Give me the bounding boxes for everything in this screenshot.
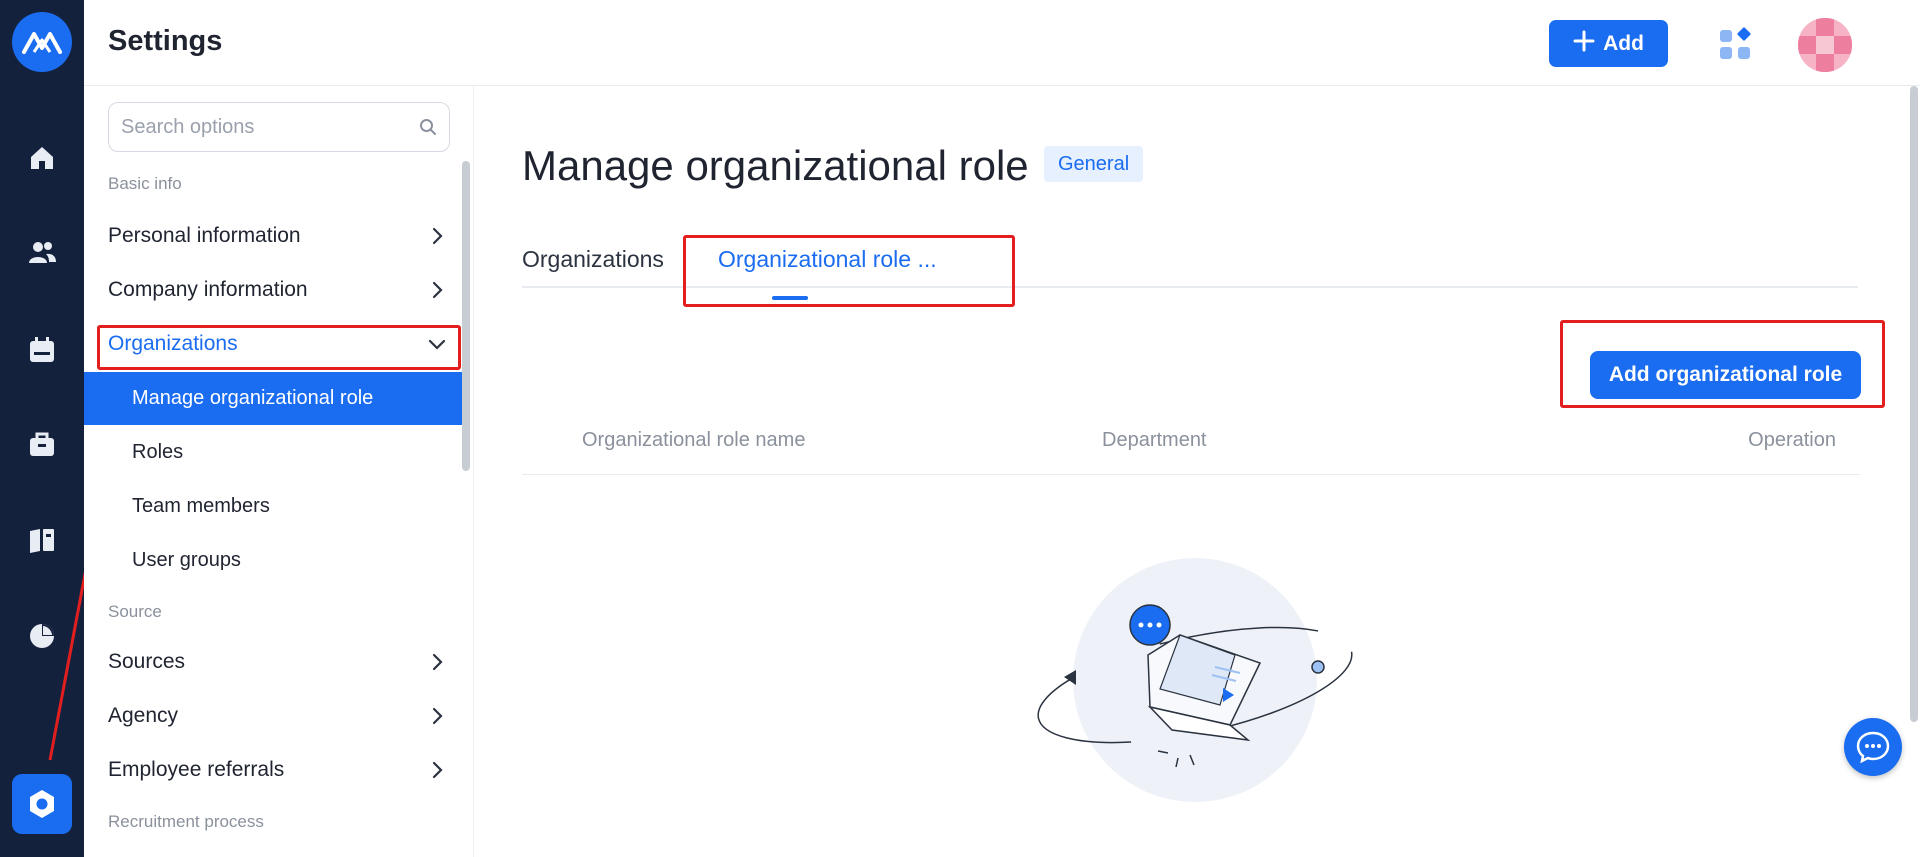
section-label-basic-info: Basic info: [108, 174, 182, 193]
sidebar-item-personal-information[interactable]: Personal information: [108, 216, 448, 256]
book-icon[interactable]: [24, 522, 60, 558]
tab-organizations[interactable]: Organizations: [522, 236, 664, 286]
apps-icon[interactable]: [1718, 26, 1754, 62]
main-scrollbar[interactable]: [1910, 86, 1918, 722]
chevron-right-icon: [426, 759, 448, 781]
sidebar-subitem-roles[interactable]: Roles: [84, 426, 462, 479]
search-box: [108, 102, 450, 152]
chevron-right-icon: [426, 651, 448, 673]
column-header-operation: Operation: [1748, 429, 1836, 451]
sidebar-item-label: Agency: [108, 704, 179, 727]
sidebar-item-sources[interactable]: Sources: [108, 642, 448, 682]
sidebar-subitem-manage-organizational-role[interactable]: Manage organizational role: [84, 372, 462, 425]
sidebar-item-employee-referrals[interactable]: Employee referrals: [108, 750, 448, 790]
avatar[interactable]: [1798, 18, 1852, 72]
sidebar-item-organizations[interactable]: Organizations: [108, 324, 448, 364]
home-icon[interactable]: [24, 140, 60, 176]
settings-icon[interactable]: [12, 774, 72, 834]
section-label-recruitment-process: Recruitment process: [108, 812, 264, 831]
page-title: Manage organizational role: [522, 142, 1029, 189]
sidebar-subitem-user-groups[interactable]: User groups: [84, 534, 462, 587]
status-badge: General: [1044, 146, 1144, 182]
add-button[interactable]: Add: [1549, 20, 1668, 67]
search-icon[interactable]: [419, 118, 437, 141]
add-button-label: Add: [1603, 31, 1644, 55]
chevron-right-icon: [426, 279, 448, 301]
sidebar-subitem-team-members[interactable]: Team members: [84, 480, 462, 533]
sidebar-item-label: Sources: [108, 650, 186, 673]
chevron-right-icon: [426, 705, 448, 727]
tab-active-indicator: [772, 296, 808, 300]
empty-state-illustration: [1037, 558, 1353, 802]
tab-organizational-role[interactable]: Organizational role ...: [718, 236, 937, 286]
column-header-department: Department: [1102, 429, 1207, 451]
pie-chart-icon[interactable]: [24, 618, 60, 654]
chevron-right-icon: [426, 225, 448, 247]
chevron-down-icon: [426, 333, 448, 355]
briefcase-icon[interactable]: [24, 426, 60, 462]
sidebar-item-label: Personal information: [108, 224, 301, 247]
app-rail: [0, 0, 84, 857]
sidebar-item-company-information[interactable]: Company information: [108, 270, 448, 310]
people-icon[interactable]: [24, 234, 60, 270]
tab-bar: Organizations Organizational role ...: [522, 236, 1858, 288]
calendar-icon[interactable]: [24, 332, 60, 368]
search-input[interactable]: [109, 103, 399, 151]
logo-icon[interactable]: [12, 12, 72, 72]
add-organizational-role-button[interactable]: Add organizational role: [1590, 351, 1861, 399]
table-header: Organizational role name Department Oper…: [522, 419, 1860, 475]
sidebar-item-label: Employee referrals: [108, 758, 285, 781]
settings-sidebar: Basic info Personal information Company …: [84, 86, 474, 857]
section-label-source: Source: [108, 602, 162, 621]
sidebar-item-label: Organizations: [108, 332, 238, 355]
plus-icon: [1573, 30, 1595, 58]
sidebar-item-agency[interactable]: Agency: [108, 696, 448, 736]
sidebar-item-label: Company information: [108, 278, 308, 301]
page-header-title: Settings: [108, 25, 223, 57]
sidebar-scrollbar[interactable]: [462, 161, 470, 471]
chat-icon: [1856, 731, 1890, 764]
top-header: Settings Add: [84, 0, 1920, 86]
chat-support-button[interactable]: [1844, 718, 1902, 776]
column-header-role-name: Organizational role name: [582, 429, 806, 451]
